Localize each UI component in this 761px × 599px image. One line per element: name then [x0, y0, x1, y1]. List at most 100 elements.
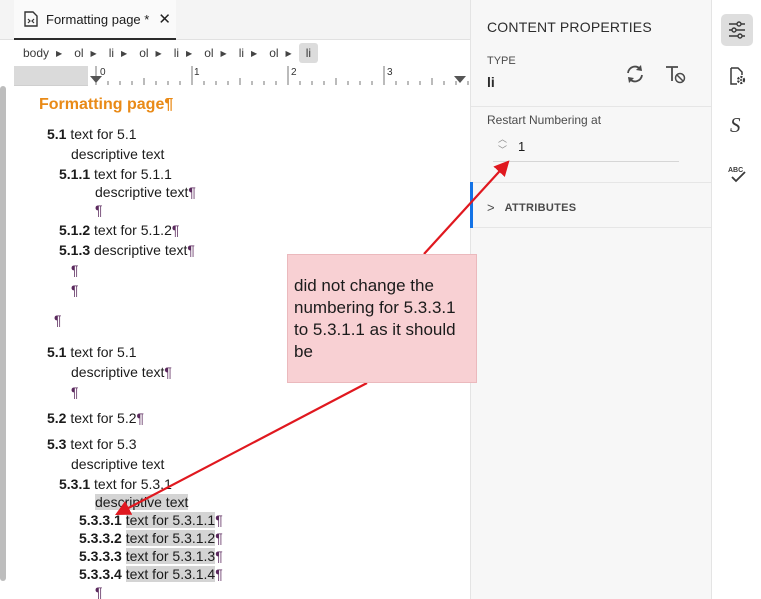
list-number: 5.1 [47, 344, 67, 360]
breadcrumb-item[interactable]: li [298, 43, 319, 63]
spellcheck-button[interactable]: ABC [721, 158, 753, 190]
svg-text:ABC: ABC [728, 167, 743, 174]
pilcrow: ¶ [71, 384, 79, 400]
ruler-mark-1: 1 [194, 67, 200, 78]
ruler[interactable]: 0 1 2 3 [14, 66, 470, 86]
tab-formatting-page[interactable]: Formatting page * ✕ [14, 0, 176, 40]
list-item[interactable]: 5.3.3.4 text for 5.3.1.4¶ [79, 566, 223, 582]
breadcrumb-separator-icon: ▶ [56, 48, 63, 58]
document-icon [24, 11, 38, 27]
list-item-text: text for 5.3.1.2 [125, 530, 216, 546]
list-item-text: descriptive text [95, 494, 189, 510]
list-item-text: text for 5.2 [70, 410, 137, 426]
list-item[interactable]: ¶ [54, 312, 62, 328]
breadcrumb-item[interactable]: ol [130, 43, 152, 63]
pilcrow: ¶ [71, 262, 79, 278]
breadcrumb-item[interactable]: li [165, 43, 183, 63]
list-item[interactable]: descriptive text¶ [95, 184, 196, 200]
list-item-text: descriptive text [95, 184, 189, 200]
chevron-down-icon[interactable]: ﹀ [498, 146, 507, 155]
spellcheck-icon: ABC [728, 167, 746, 183]
pilcrow: ¶ [171, 222, 180, 238]
attributes-label: ATTRIBUTES [504, 201, 577, 214]
list-item-text: text for 5.1.2 [94, 222, 172, 238]
list-item[interactable]: ¶ [95, 202, 103, 218]
breadcrumb-separator-icon: ▶ [220, 48, 227, 58]
divider [471, 182, 712, 183]
breadcrumb-separator-icon: ▶ [285, 48, 292, 58]
type-value: li [487, 74, 495, 90]
list-number: 5.1.3 [59, 242, 91, 258]
list-item[interactable]: 5.1.1 text for 5.1.1 [59, 166, 172, 182]
list-item[interactable]: ¶ [71, 282, 79, 298]
list-item[interactable]: 5.3 text for 5.3 [47, 436, 137, 452]
document-title-line: Formatting page¶ [39, 96, 173, 114]
list-number: 5.3.3.3 [79, 548, 122, 564]
list-item[interactable]: descriptive text [95, 494, 189, 510]
list-item[interactable]: descriptive text¶ [71, 364, 172, 380]
type-label: TYPE [487, 55, 516, 67]
pilcrow: ¶ [54, 312, 62, 328]
breadcrumb-item[interactable]: body [14, 43, 53, 63]
list-item[interactable]: 5.3.3.2 text for 5.3.1.2¶ [79, 530, 223, 546]
breadcrumb-separator-icon: ▶ [251, 48, 258, 58]
list-item[interactable]: 5.1.2 text for 5.1.2¶ [59, 222, 179, 238]
restart-numbering-value[interactable]: 1 [518, 139, 525, 154]
pilcrow: ¶ [95, 202, 103, 218]
list-item[interactable]: ¶ [71, 262, 79, 278]
styles-button[interactable]: S [721, 109, 753, 141]
vertical-scrollbar[interactable] [0, 86, 6, 581]
list-item-text: text for 5.1 [70, 344, 137, 360]
pilcrow: ¶ [215, 530, 223, 546]
refresh-icon[interactable] [623, 62, 647, 86]
content-properties-panel: CONTENT PROPERTIES TYPE li Restart Numbe… [470, 0, 712, 599]
list-item-text: text for 5.3.1.1 [125, 512, 216, 528]
list-item-text: text for 5.1 [70, 126, 137, 142]
list-item[interactable]: 5.1.3 descriptive text¶ [59, 242, 195, 258]
list-item[interactable]: ¶ [71, 384, 79, 400]
list-item-text: text for 5.3.1 [94, 476, 172, 492]
restart-numbering-stepper[interactable]: ︿ ﹀ 1 [493, 132, 679, 162]
list-number: 5.1.2 [59, 222, 91, 238]
list-item[interactable]: 5.3.1 text for 5.3.1 [59, 476, 172, 492]
list-number: 5.3 [47, 436, 67, 452]
pilcrow: ¶ [95, 584, 103, 599]
list-number: 5.3.3.2 [79, 530, 122, 546]
breadcrumb-item[interactable]: ol [195, 43, 217, 63]
clear-format-icon[interactable] [663, 62, 687, 86]
pilcrow: ¶ [164, 364, 172, 380]
list-number: 5.1 [47, 126, 67, 142]
attributes-section-toggle[interactable]: > ATTRIBUTES [487, 200, 576, 215]
pilcrow: ¶ [71, 282, 79, 298]
list-number: 5.3.3.1 [79, 512, 122, 528]
list-item[interactable]: ¶ [95, 584, 103, 599]
breadcrumb-item[interactable]: li [230, 43, 248, 63]
list-number: 5.1.1 [59, 166, 91, 182]
close-icon[interactable]: ✕ [158, 12, 171, 27]
ruler-mark-2: 2 [291, 67, 297, 78]
list-item[interactable]: 5.3.3.3 text for 5.3.1.3¶ [79, 548, 223, 564]
breadcrumb-item[interactable]: ol [65, 43, 87, 63]
right-icon-rail: S ABC [711, 0, 761, 599]
chevron-right-icon: > [487, 200, 495, 215]
list-number: 5.3.1 [59, 476, 91, 492]
list-item-text: text for 5.3.1.3 [125, 548, 216, 564]
pilcrow: ¶ [188, 184, 196, 200]
list-item[interactable]: descriptive text [71, 146, 164, 162]
list-item[interactable]: 5.3.3.1 text for 5.3.1.1¶ [79, 512, 223, 528]
list-item[interactable]: 5.1 text for 5.1 [47, 344, 137, 360]
list-item-text: text for 5.3.1.4 [125, 566, 216, 582]
list-item[interactable]: descriptive text [71, 456, 164, 472]
tab-bar: Formatting page * ✕ [0, 0, 470, 40]
annotation-callout: did not change the numbering for 5.3.3.1… [287, 254, 477, 383]
breadcrumb-item[interactable]: li [100, 43, 118, 63]
document-settings-button[interactable] [721, 60, 753, 92]
content-properties-button[interactable] [721, 14, 753, 46]
list-number: 5.3.3.4 [79, 566, 122, 582]
list-item[interactable]: 5.1 text for 5.1 [47, 126, 137, 142]
breadcrumb: body ▶ ol ▶ li ▶ ol ▶ li ▶ ol ▶ li ▶ ol ▶ li [14, 40, 470, 66]
chevron-up-icon[interactable]: ︿ [498, 135, 507, 144]
list-item-text: descriptive text [71, 364, 165, 380]
breadcrumb-item[interactable]: ol [260, 43, 282, 63]
list-item[interactable]: 5.2 text for 5.2¶ [47, 410, 144, 426]
